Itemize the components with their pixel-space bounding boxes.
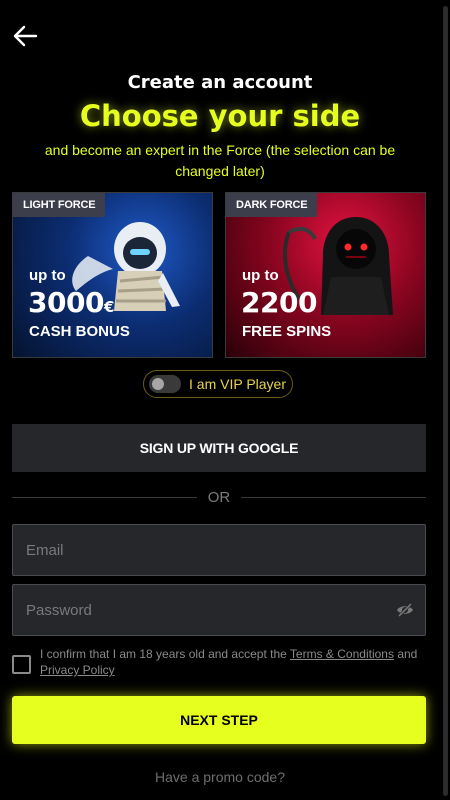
eye-slash-icon[interactable]	[396, 602, 414, 618]
dark-up-to-label: up to	[242, 267, 279, 284]
dark-bonus-label: FREE SPINS	[242, 323, 332, 340]
vip-toggle-label: I am VIP Player	[189, 376, 287, 392]
toggle-track[interactable]	[149, 375, 181, 393]
terms-link[interactable]: Terms & Conditions	[290, 647, 394, 661]
privacy-policy-link[interactable]: Privacy Policy	[40, 663, 115, 677]
page-title: Create an account	[127, 72, 313, 93]
page-headline: Choose your side	[79, 99, 361, 133]
light-up-to-label: up to	[29, 267, 66, 284]
currency-symbol: €	[103, 298, 114, 316]
age-consent-checkbox[interactable]	[12, 655, 31, 674]
sign-up-google-button[interactable]: SIGN UP WITH GOOGLE	[12, 424, 426, 472]
next-step-button[interactable]: NEXT STEP	[12, 696, 426, 744]
light-bonus-amount: 3000€	[28, 286, 114, 319]
or-divider: OR	[12, 488, 426, 508]
or-text: OR	[207, 489, 231, 506]
light-force-card[interactable]: LIGHT FORCE up to 3000€ CASH BONUS	[12, 192, 213, 358]
consent-text: I confirm that I am 18 years old and acc…	[40, 647, 418, 677]
email-input[interactable]	[12, 524, 426, 576]
page-subtitle: and become an expert in the Force (the s…	[44, 142, 396, 179]
arrow-left-icon[interactable]	[12, 24, 38, 48]
light-force-tag: LIGHT FORCE	[13, 193, 106, 217]
promo-code-link[interactable]: Have a promo code?	[0, 769, 440, 785]
light-bonus-label: CASH BONUS	[29, 323, 130, 340]
dark-bonus-amount: 2200	[241, 286, 317, 319]
scrollbar[interactable]	[443, 6, 448, 796]
dark-force-tag: DARK FORCE	[226, 193, 318, 217]
vip-toggle[interactable]: I am VIP Player	[143, 370, 293, 398]
password-input[interactable]	[12, 584, 426, 636]
toggle-knob[interactable]	[152, 378, 164, 390]
dark-force-card[interactable]: DARK FORCE up to 2200 FREE SPINS	[225, 192, 426, 358]
